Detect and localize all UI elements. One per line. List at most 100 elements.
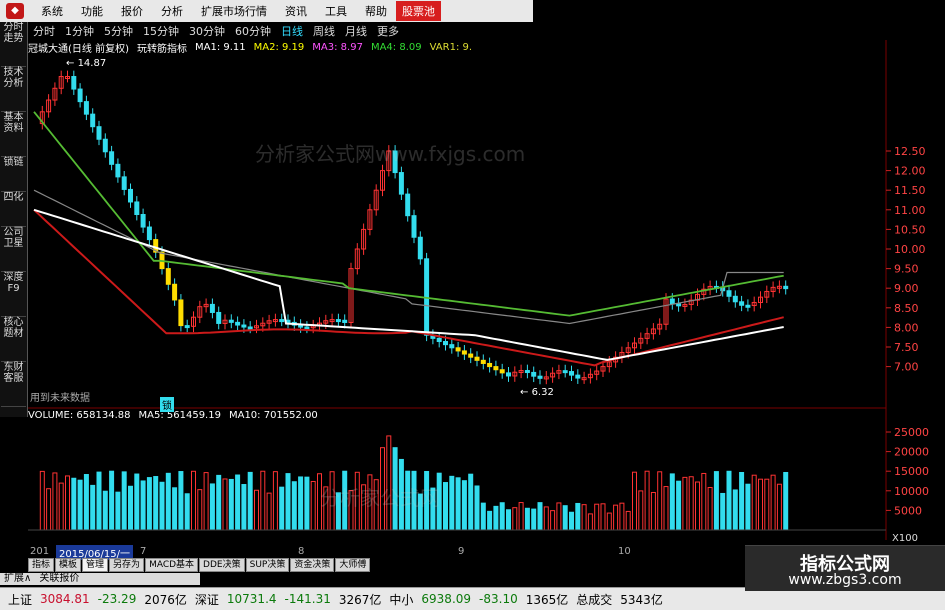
tab-satellite[interactable]: 公司卫星 [1, 227, 26, 272]
volume-bar [726, 470, 732, 531]
volume-bar [260, 470, 266, 531]
indicator-tabs: 指标 模板 管理 另存为 MACD基本 DDE决策 SUP决策 资金决策 大师傅 [28, 557, 371, 572]
volume-bar [562, 505, 568, 531]
candle-body [235, 321, 241, 326]
volume-bar [669, 473, 675, 531]
volume-bar [121, 471, 127, 531]
volume-tick-label: 25000 [894, 426, 929, 439]
tab-four[interactable]: 四化 [1, 192, 26, 227]
btab-indicator[interactable]: 指标 [28, 557, 55, 572]
zx-amount: 1365亿 [525, 592, 569, 607]
volume-bar [512, 507, 518, 531]
tab-timeshare[interactable]: 分时走势 [1, 22, 26, 67]
menu-analysis[interactable]: 分析 [152, 3, 192, 19]
candle-body [669, 298, 675, 305]
volume-bar [449, 475, 455, 531]
volume-bar [619, 502, 625, 531]
menu-function[interactable]: 功能 [72, 3, 112, 19]
related-quote-button[interactable]: 关联报价 [35, 573, 83, 585]
expand-button[interactable]: 扩展∧ [0, 573, 35, 585]
volume-bar [663, 486, 669, 531]
candle-body [121, 176, 127, 190]
menu-help[interactable]: 帮助 [356, 3, 396, 19]
btab-sup[interactable]: SUP决策 [245, 557, 290, 572]
period-more[interactable]: 更多 [372, 23, 404, 39]
menu-stock-pool[interactable]: 股票池 [396, 1, 441, 21]
candle-body [569, 371, 574, 376]
volume-bar [165, 472, 171, 531]
menu-quote[interactable]: 报价 [112, 3, 152, 19]
volume-bar [600, 503, 606, 531]
period-timeshare[interactable]: 分时 [28, 23, 60, 39]
period-1min[interactable]: 1分钟 [60, 23, 99, 39]
candle-body [524, 370, 530, 374]
tab-profile[interactable]: 基本资料 [1, 112, 26, 157]
volume-tick-label: 5000 [894, 504, 922, 517]
btab-template[interactable]: 模板 [55, 557, 82, 572]
volume-bar [531, 508, 537, 531]
menu-system[interactable]: 系统 [32, 3, 72, 19]
btab-fund[interactable]: 资金决策 [290, 557, 335, 572]
kline-chart[interactable]: 12.50 12.00 11.50 11.00 10.50 10.00 9.50 9.00 8.… [28, 40, 945, 545]
candle-body [455, 347, 461, 352]
tab-theme[interactable]: 核心题材 [1, 317, 26, 362]
period-30min[interactable]: 30分钟 [184, 23, 230, 39]
volume-bar [178, 471, 184, 531]
volume-bar [279, 486, 285, 531]
volume-bar [569, 511, 574, 531]
volume-bar [291, 481, 297, 531]
candle-body [77, 88, 83, 103]
menu-tools[interactable]: 工具 [316, 3, 356, 19]
future-data-note: 用到未来数据 [30, 393, 90, 404]
btab-master[interactable]: 大师傅 [335, 557, 371, 572]
candle-body [443, 341, 448, 346]
candle-body [90, 113, 96, 128]
volume-bar [247, 471, 253, 531]
tab-technical[interactable]: 技术分析 [1, 67, 26, 112]
price-tick-label: 11.00 [894, 204, 926, 217]
period-60min[interactable]: 60分钟 [230, 23, 276, 39]
sz-change: -141.31 [284, 592, 331, 606]
candle-body [83, 101, 89, 115]
volume-bar [102, 490, 108, 531]
volume-bar [254, 489, 259, 531]
candle-body [247, 326, 253, 330]
extension-strip: 扩展∧ 关联报价 [0, 573, 200, 585]
period-15min[interactable]: 15分钟 [138, 23, 184, 39]
tab-f9[interactable]: 深度F9 [1, 272, 26, 317]
tab-chain[interactable]: 锁链 [1, 157, 26, 192]
volume-bar [543, 506, 549, 531]
btab-save-as[interactable]: 另存为 [109, 557, 145, 572]
watermark-volume: 分析家公式网 [320, 486, 440, 510]
price-tick-label: 12.50 [894, 145, 926, 158]
period-daily[interactable]: 日线 [276, 23, 308, 39]
candle-body [342, 319, 348, 323]
btab-dde[interactable]: DDE决策 [199, 557, 245, 572]
volume-bar [732, 489, 738, 531]
total-label: 总成交 [576, 592, 613, 607]
volume-bar [493, 505, 499, 531]
btab-macd[interactable]: MACD基本 [145, 557, 199, 572]
period-5min[interactable]: 5分钟 [99, 23, 138, 39]
volume-bar [644, 470, 650, 531]
volume-bar [71, 477, 77, 531]
candle-body [115, 163, 121, 178]
candle-body [209, 303, 215, 313]
menu-extended-market[interactable]: 扩展市场行情 [192, 3, 276, 19]
period-monthly[interactable]: 月线 [340, 23, 372, 39]
candle-body [499, 369, 505, 374]
ma-white-line [33, 208, 784, 361]
candle-body [745, 304, 751, 308]
volume-bar [695, 481, 700, 531]
volume-bar [46, 488, 52, 531]
period-weekly[interactable]: 周线 [308, 23, 340, 39]
volume-bar [739, 471, 745, 531]
tab-service[interactable]: 东财客服 [1, 362, 26, 407]
left-tab-strip: 分时走势 技术分析 基本资料 锁链 四化 公司卫星 深度F9 核心题材 东财客服 [0, 22, 28, 417]
candle-body [468, 353, 474, 358]
volume-bar [657, 471, 663, 531]
sh-price: 3084.81 [40, 592, 90, 606]
menu-news[interactable]: 资讯 [276, 3, 316, 19]
btab-manage[interactable]: 管理 [82, 557, 109, 572]
volume-bar [776, 483, 782, 531]
